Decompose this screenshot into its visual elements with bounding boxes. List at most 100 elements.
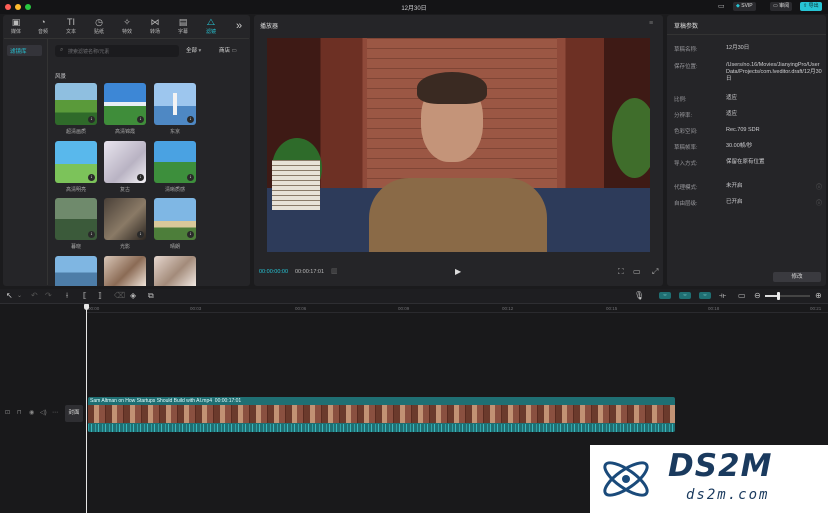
media-toolbar: ▣ 媒体 ◔ 音频 TI 文本 ◷ 贴纸 ✧ 特效 ⋈ 转场 ▤ 字幕 ⧍ 滤镜 » [4,16,249,39]
redo-icon[interactable]: ↷ [45,291,52,300]
tool-subtitle[interactable]: ▤ 字幕 [172,17,194,35]
prop-value: Rec.709 SDR [726,127,760,133]
video-clip[interactable]: Sam Altman on How Startups Should Build … [88,397,675,432]
filter-thumb[interactable]: ↓ [104,83,146,125]
link-main-track-icon[interactable]: ⇔ [659,292,671,299]
more-tools-button[interactable]: » [236,20,242,32]
filter-thumb[interactable] [55,256,97,286]
magnet-snap-icon[interactable]: ⇔ [679,292,691,299]
track-visibility-icon[interactable]: ◉ [29,409,34,416]
tool-effects[interactable]: ✧ 特效 [116,17,138,35]
track-cover-lock-icon[interactable]: ⊓ [17,409,22,416]
play-button[interactable]: ▶ [455,267,461,276]
prop-key: 草稿名称: [674,47,698,53]
waveform-icon[interactable]: ▥ [331,267,338,275]
ruler-tick: 00:12 [502,306,514,311]
download-icon: ↓ [137,116,144,123]
prop-key: 比例: [674,97,687,103]
menu-icon[interactable]: ≡ [649,20,653,27]
filter-label: 高清锦霞 [114,129,135,135]
transition-icon: ⋈ [150,17,160,27]
track-mute-icon[interactable]: ◁) [40,409,47,416]
filter-thumb[interactable]: ↓ [55,198,97,240]
tool-sticker[interactable]: ◷ 贴纸 [88,17,110,35]
filter-all-dropdown[interactable]: 全部 ▾ [186,46,201,54]
shop-icon: ▭ [231,48,237,54]
download-icon: ↓ [187,116,194,123]
ruler-tick: 00:00 [88,306,100,311]
prop-key: 自由层级: [674,201,698,207]
lighthouse-shape [173,93,177,115]
preview-axis-icon[interactable]: ⟛ [719,291,726,301]
clip-duration: 00:00:17:01 [214,398,242,404]
shop-button[interactable]: 商店 ▭ [219,46,237,54]
zoom-slider-handle[interactable] [777,292,780,300]
clip-filmstrip [88,405,675,423]
download-icon: ↓ [137,174,144,181]
shield-icon[interactable]: ◈ [130,291,136,300]
fullscreen-icon[interactable]: ⤢ [652,267,658,277]
microphone-icon[interactable]: 🎙 [634,291,644,300]
filter-label: 清晰质感 [164,187,185,193]
filter-thumb[interactable]: ↓ [154,141,196,183]
filter-label: 暮晓 [70,244,81,250]
download-icon: ↓ [187,174,194,181]
prop-key: 保存位置: [674,64,698,70]
media-icon: ▣ [11,17,21,27]
filter-thumb[interactable]: ↓ [55,141,97,183]
split-icon[interactable]: ⟊ [66,291,68,301]
layout-icon[interactable]: ▭ [718,2,725,10]
tool-audio[interactable]: ◔ 音频 [32,17,54,35]
linkage-icon[interactable]: ⇔ [699,292,711,299]
download-icon: ↓ [88,231,95,238]
filter-thumb[interactable] [104,256,146,286]
svip-badge[interactable]: ◆ SVIP [733,2,756,11]
filter-thumb[interactable]: ↓ [154,198,196,240]
filter-thumb[interactable]: ↓ [154,83,196,125]
search-icon: ⌕ [60,47,64,53]
layer-info-icon[interactable]: ⓘ [816,198,822,207]
ratio-icon[interactable]: ▭ [633,267,641,276]
review-button[interactable]: ▭ 审阅 [770,2,793,11]
caption-icon[interactable]: ▭ [738,291,746,300]
tool-filter[interactable]: ⧍ 滤镜 [200,17,222,35]
cursor-dropdown-icon[interactable]: ⌄ [17,292,22,299]
video-preview[interactable] [267,38,650,252]
split-right-icon[interactable]: ⟧ [98,291,102,300]
zoom-out-icon[interactable]: ⊖ [754,291,761,300]
modify-button[interactable]: 修改 [773,272,821,282]
fit-icon[interactable]: ⛶ [618,267,624,277]
tool-text[interactable]: TI 文本 [60,17,82,35]
tool-transition[interactable]: ⋈ 转场 [144,17,166,35]
cover-button[interactable]: 封面 [65,405,83,422]
split-left-icon[interactable]: ⟦ [83,291,87,300]
zoom-in-icon[interactable]: ⊕ [815,291,822,300]
clip-title: Sam Altman on How Startups Should Build … [90,398,241,404]
review-label: 审阅 [779,3,790,9]
filter-thumb[interactable]: ↓ [104,198,146,240]
category-heading: 风景 [55,74,67,80]
watermark-logo: DS2M ds2m.com [590,445,828,513]
crop-icon[interactable]: ⧉ [148,291,154,301]
properties-title: 草稿参数 [674,24,699,30]
export-icon: ⇪ [803,3,808,9]
proxy-info-icon[interactable]: ⓘ [816,182,822,191]
prop-value: 保留在原有位置 [726,159,765,165]
undo-icon[interactable]: ↶ [31,291,38,300]
sidebar-item-filter-library[interactable]: 滤镜库 [7,45,42,56]
tool-media[interactable]: ▣ 媒体 [5,17,27,35]
export-button[interactable]: ⇪ 导出 [800,2,822,11]
prop-value: 12月30日 [726,45,750,51]
select-cursor-icon[interactable]: ↖ [6,291,13,300]
filter-thumb[interactable] [154,256,196,286]
filter-thumb[interactable]: ↓ [104,141,146,183]
track-lock-icon[interactable]: ⊡ [5,409,10,416]
prop-value: 已开启 [726,199,743,205]
shop-label: 商店 [219,48,231,54]
search-input[interactable]: ⌕ 搜索滤镜名称/元素 [55,45,179,57]
filter-label: 东京 [169,129,180,135]
filter-label: 光影 [119,244,130,250]
track-more-icon[interactable]: ⋯ [52,409,58,416]
filter-thumb[interactable]: ↓ [55,83,97,125]
delete-icon[interactable]: ⌫ [114,291,125,300]
